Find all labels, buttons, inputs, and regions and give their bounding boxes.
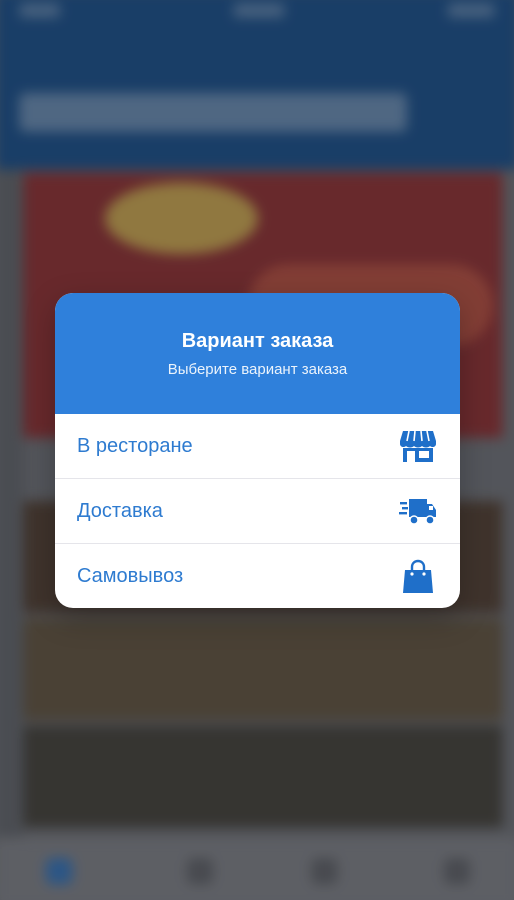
option-label: Самовывоз bbox=[77, 565, 184, 587]
option-delivery[interactable]: Доставка bbox=[55, 479, 460, 544]
delivery-truck-icon bbox=[398, 493, 438, 529]
option-label: В ресторане bbox=[77, 434, 193, 457]
dialog-header: Вариант заказа Выберите вариант заказа bbox=[55, 293, 460, 414]
dialog-subtitle: Выберите вариант заказа bbox=[167, 361, 348, 378]
store-icon bbox=[398, 428, 438, 464]
shopping-bag-icon bbox=[398, 559, 438, 595]
option-pickup[interactable]: Самовывоз bbox=[55, 544, 460, 608]
dialog-title: Вариант заказа bbox=[181, 330, 334, 352]
order-type-dialog: Вариант заказа Выберите вариант заказа В… bbox=[55, 293, 460, 608]
option-in-restaurant[interactable]: В ресторане bbox=[55, 414, 460, 479]
option-label: Доставка bbox=[77, 499, 163, 522]
